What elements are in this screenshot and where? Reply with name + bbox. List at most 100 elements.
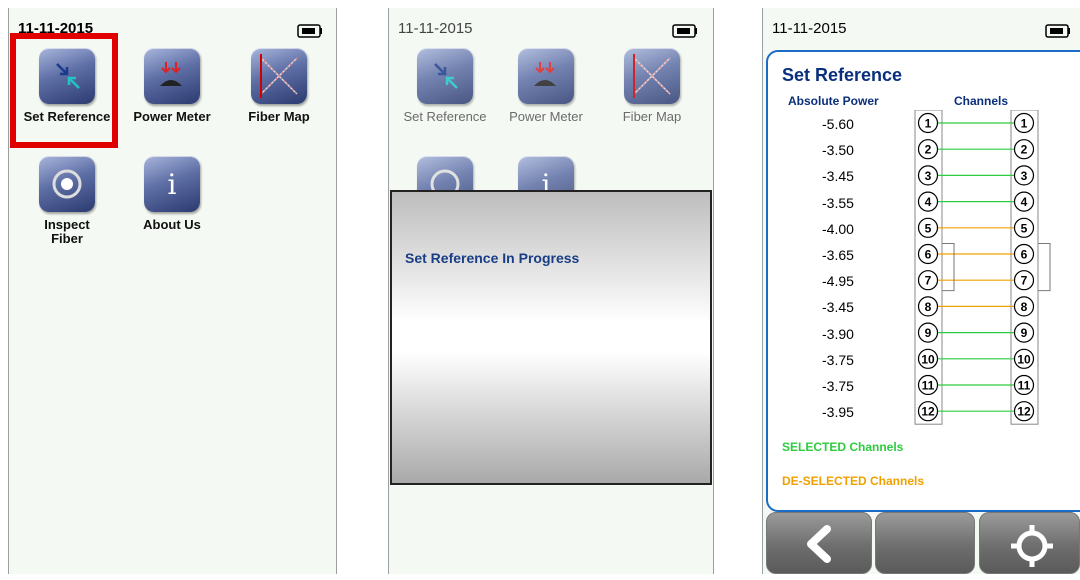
svg-text:2: 2 bbox=[925, 143, 932, 157]
battery-icon bbox=[1045, 24, 1070, 38]
svg-text:8: 8 bbox=[1021, 300, 1028, 314]
channel-node[interactable]: 12 bbox=[1013, 401, 1035, 422]
fiber-map-app[interactable]: Fiber Map bbox=[229, 48, 329, 124]
power-value: -3.75 bbox=[822, 351, 854, 368]
fiber-map-icon bbox=[251, 48, 307, 104]
channel-node[interactable]: 7 bbox=[1013, 270, 1035, 291]
blank-button[interactable] bbox=[875, 512, 975, 574]
panel-title: Set Reference bbox=[782, 65, 903, 85]
progress-dialog: Set Reference In Progress bbox=[390, 190, 712, 485]
svg-text:12: 12 bbox=[921, 405, 935, 419]
svg-text:9: 9 bbox=[925, 326, 932, 340]
app-label: About Us bbox=[143, 217, 201, 232]
svg-text:7: 7 bbox=[1021, 274, 1028, 288]
svg-text:11: 11 bbox=[922, 379, 935, 393]
app-label: Inspect Fiber bbox=[44, 217, 90, 246]
about-us-app[interactable]: i About Us bbox=[122, 156, 222, 232]
app-label: Set Reference bbox=[403, 109, 487, 124]
svg-text:5: 5 bbox=[1021, 221, 1028, 235]
svg-text:12: 12 bbox=[1017, 405, 1031, 419]
channel-node[interactable]: 10 bbox=[1013, 348, 1035, 369]
power-value: -3.75 bbox=[822, 378, 854, 394]
svg-text:10: 10 bbox=[1017, 352, 1031, 366]
channel-group-bracket bbox=[1038, 243, 1051, 292]
channels-header: Channels bbox=[954, 94, 1009, 108]
channel-node[interactable]: 11 bbox=[917, 374, 939, 396]
channel-node[interactable]: 8 bbox=[917, 296, 939, 317]
svg-text:2: 2 bbox=[1021, 143, 1028, 157]
app-label: Power Meter bbox=[509, 109, 583, 124]
channel-node[interactable]: 6 bbox=[1013, 243, 1035, 265]
channel-node[interactable]: 6 bbox=[917, 243, 939, 265]
svg-text:4: 4 bbox=[1021, 195, 1028, 209]
fiber-map-app[interactable]: Fiber Map bbox=[602, 48, 702, 124]
channel-node[interactable]: 10 bbox=[917, 348, 939, 369]
channel-node[interactable]: 5 bbox=[917, 217, 939, 238]
channel-diagram: 1 12 23 34 45 56 67 78 89 910 1011 1112 12 bbox=[914, 110, 1051, 425]
set-reference-app[interactable]: Set Reference bbox=[395, 48, 495, 124]
channel-node[interactable]: 3 bbox=[917, 165, 939, 186]
power-value: -5.60 bbox=[822, 116, 854, 132]
channel-node[interactable]: 5 bbox=[1013, 217, 1035, 238]
svg-text:5: 5 bbox=[925, 221, 932, 235]
svg-text:9: 9 bbox=[1021, 326, 1028, 340]
channel-node[interactable]: 11 bbox=[1013, 374, 1035, 396]
channel-node[interactable]: 9 bbox=[1013, 322, 1035, 343]
power-value: -4.95 bbox=[822, 273, 854, 290]
set-reference-icon bbox=[417, 48, 473, 104]
channel-node[interactable]: 2 bbox=[1013, 139, 1035, 160]
inspect-fiber-icon bbox=[39, 156, 95, 212]
absolute-power-header: Absolute Power bbox=[788, 94, 879, 108]
power-value: -3.95 bbox=[822, 404, 854, 421]
power-value: -4.00 bbox=[822, 220, 854, 237]
channel-node[interactable]: 1 bbox=[917, 112, 939, 134]
back-arrow-icon bbox=[807, 525, 831, 563]
channel-node[interactable]: 3 bbox=[1013, 165, 1035, 186]
info-icon: i bbox=[144, 156, 200, 212]
svg-text:3: 3 bbox=[1021, 169, 1028, 183]
fiber-map-icon bbox=[624, 48, 680, 104]
channel-node[interactable]: 8 bbox=[1013, 296, 1035, 317]
power-meter-icon bbox=[144, 48, 200, 104]
legend-selected: SELECTED Channels bbox=[782, 440, 904, 454]
channel-node[interactable]: 7 bbox=[917, 270, 939, 291]
svg-text:1: 1 bbox=[1021, 117, 1028, 131]
channel-node[interactable]: 12 bbox=[917, 401, 939, 422]
inspect-fiber-app[interactable]: Inspect Fiber bbox=[17, 156, 117, 246]
power-meter-icon bbox=[518, 48, 574, 104]
locate-button[interactable] bbox=[979, 512, 1080, 574]
svg-text:i: i bbox=[168, 168, 177, 201]
power-value: -3.45 bbox=[822, 168, 854, 185]
back-button[interactable] bbox=[766, 512, 872, 574]
target-icon bbox=[1011, 525, 1053, 567]
svg-text:6: 6 bbox=[1021, 248, 1028, 262]
power-meter-app[interactable]: Power Meter bbox=[122, 48, 222, 124]
app-label: Fiber Map bbox=[248, 109, 310, 124]
channel-node[interactable]: 4 bbox=[1013, 191, 1035, 212]
power-value: -3.55 bbox=[822, 194, 854, 211]
svg-text:4: 4 bbox=[925, 195, 932, 209]
svg-text:10: 10 bbox=[921, 352, 935, 366]
battery-icon bbox=[297, 24, 322, 38]
power-value: -3.50 bbox=[822, 142, 854, 159]
set-reference-panel: Set Reference Absolute Power Channels -5… bbox=[766, 50, 1080, 512]
power-value: -3.45 bbox=[822, 299, 854, 316]
power-value: -3.90 bbox=[822, 325, 854, 342]
svg-text:6: 6 bbox=[925, 248, 932, 262]
svg-text:11: 11 bbox=[1018, 379, 1031, 393]
power-value: -3.65 bbox=[822, 247, 854, 263]
power-meter-app[interactable]: Power Meter bbox=[496, 48, 596, 124]
channel-node[interactable]: 4 bbox=[917, 191, 939, 212]
channel-node[interactable]: 9 bbox=[917, 322, 939, 343]
date-label: 11-11-2015 bbox=[772, 20, 847, 37]
selection-highlight bbox=[10, 33, 118, 148]
svg-text:8: 8 bbox=[925, 300, 932, 314]
progress-message: Set Reference In Progress bbox=[405, 250, 580, 266]
svg-text:1: 1 bbox=[925, 117, 932, 131]
channel-node[interactable]: 1 bbox=[1013, 112, 1035, 134]
app-label: Fiber Map bbox=[622, 109, 682, 124]
channel-node[interactable]: 2 bbox=[917, 139, 939, 160]
legend-deselected: DE-SELECTED Channels bbox=[782, 474, 925, 488]
svg-text:7: 7 bbox=[925, 274, 932, 288]
date-label: 11-11-2015 bbox=[398, 20, 473, 37]
